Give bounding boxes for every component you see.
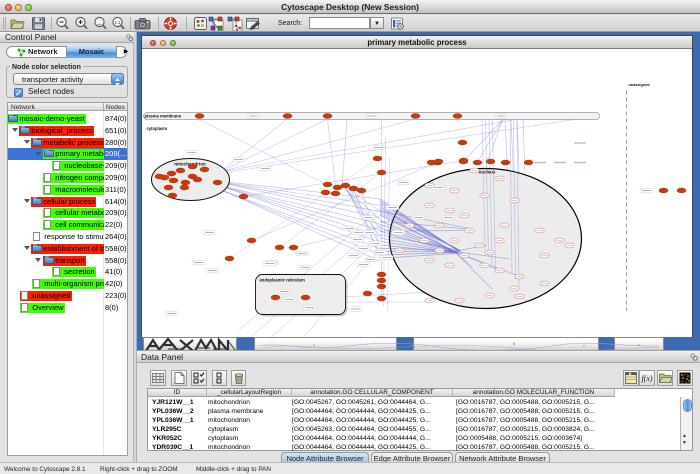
svg-text:plasma membrane: plasma membrane [145,114,182,119]
svg-text:unassigned: unassigned [629,83,651,87]
svg-text:1:1: 1:1 [115,20,121,25]
svg-text:f(x): f(x) [641,374,652,383]
svg-text:cytoplasm: cytoplasm [147,126,168,131]
svg-text:endoplasmic reticulum: endoplasmic reticulum [260,278,306,283]
